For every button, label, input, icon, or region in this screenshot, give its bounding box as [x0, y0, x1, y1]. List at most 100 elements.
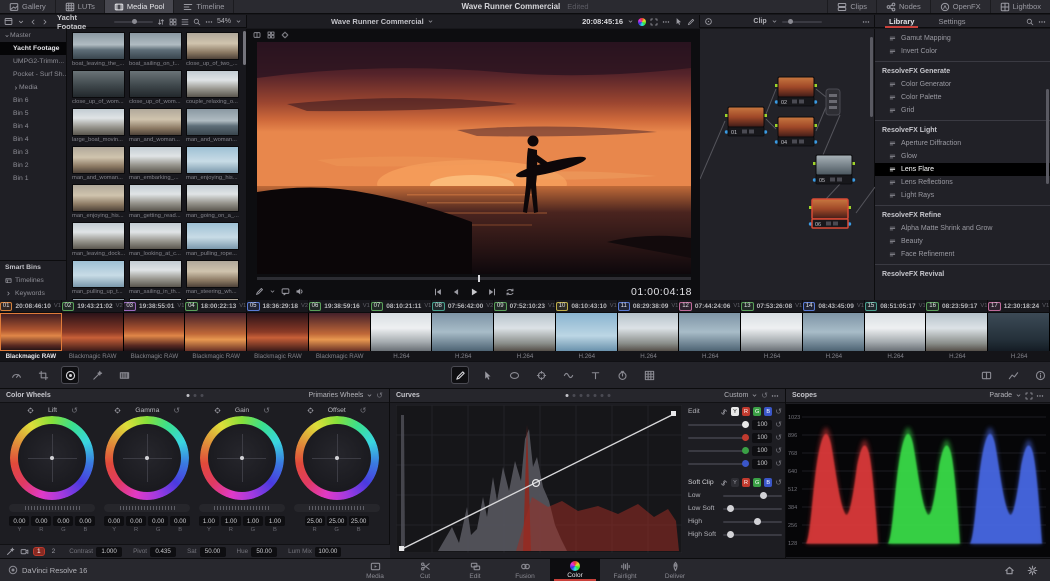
media-clip[interactable]: man_leaving_dock...	[70, 221, 127, 259]
wheel-page-2[interactable]: 2	[49, 548, 59, 555]
wheel-value[interactable]: 0.00	[148, 516, 168, 526]
split-screen-icon[interactable]	[978, 367, 994, 383]
wheel-reset-icon[interactable]: ↺	[173, 407, 180, 415]
sidebar-bin-bin-4[interactable]: Bin 4	[0, 133, 66, 146]
zoom-box-icon[interactable]	[267, 31, 275, 39]
graph-icon[interactable]	[1005, 367, 1021, 383]
timeline-clip-info[interactable]: 1508:51:05:17V1	[865, 300, 927, 312]
pagination-dot[interactable]	[193, 394, 196, 397]
curves-graph[interactable]	[396, 405, 682, 555]
sidebar-keywords[interactable]: Keywords	[0, 287, 66, 300]
audio-icon[interactable]	[295, 287, 304, 296]
channel-gain-value[interactable]: 100	[752, 459, 772, 469]
fx-item-grid[interactable]: Grid	[875, 104, 1050, 117]
target-icon[interactable]	[704, 17, 713, 26]
sidebar-bin-umpg2-trimm-[interactable]: UMPG2-Trimm...	[0, 55, 66, 68]
media-clip[interactable]: boat_leaving_the_...	[70, 31, 127, 69]
layer-mixer-node[interactable]	[826, 89, 840, 115]
chevron-down-icon[interactable]	[269, 288, 276, 295]
wave-icon[interactable]	[560, 367, 576, 383]
link-icon[interactable]	[720, 479, 728, 487]
sidebar-bin-media[interactable]: Media	[0, 81, 66, 94]
timeline-clip-thumbnail[interactable]	[62, 313, 124, 351]
tab-settings[interactable]: Settings	[928, 15, 975, 28]
media-clip[interactable]: close_up_of_wom...	[127, 69, 184, 107]
master-wheel-slider[interactable]	[294, 504, 380, 512]
channel-gain-value[interactable]: 100	[752, 446, 772, 456]
page-button-deliver[interactable]: Deliver	[650, 559, 700, 581]
topbar-button-media-pool[interactable]: Media Pool	[105, 0, 175, 13]
media-clip[interactable]: close_up_of_two_...	[184, 31, 241, 69]
ellipse-icon[interactable]	[506, 367, 522, 383]
page-button-fairlight[interactable]: Fairlight	[600, 559, 650, 581]
loop-button[interactable]	[505, 287, 515, 297]
wheel-target-icon[interactable]	[214, 407, 221, 414]
pagination-dot[interactable]	[586, 394, 589, 397]
channel-gain-slider[interactable]	[688, 437, 749, 439]
topbar-button-lightbox[interactable]: Lightbox	[990, 0, 1050, 13]
filmstrip-icon[interactable]	[116, 367, 132, 383]
timeline-clip-info[interactable]: 0907:52:10:23V1	[494, 300, 556, 312]
topbar-button-nodes[interactable]: Nodes	[876, 0, 930, 13]
fx-item-gamut-mapping[interactable]: Gamut Mapping	[875, 32, 1050, 45]
channel-button-B[interactable]: B	[764, 407, 772, 416]
slider-knob[interactable]	[132, 19, 137, 24]
node-zoom-slider[interactable]	[782, 21, 822, 23]
sidebar-bin-pocket-surf-sh-[interactable]: Pocket - Surf Sh...	[0, 68, 66, 81]
wheel-reset-icon[interactable]: ↺	[263, 407, 270, 415]
wheel-value[interactable]: 25.00	[305, 516, 325, 526]
more-icon[interactable]	[1038, 18, 1046, 26]
timeline-clip-info[interactable]: 0619:38:59:16V1	[309, 300, 371, 312]
zoom-fit-icon[interactable]	[253, 31, 261, 39]
curves-mode-select[interactable]: Custom↺	[724, 392, 779, 400]
fx-item-light-rays[interactable]: Light Rays	[875, 189, 1050, 202]
marker-icon[interactable]	[281, 287, 290, 296]
more-icon[interactable]	[862, 18, 870, 26]
wheel-value[interactable]: 0.00	[9, 516, 29, 526]
wheels-pagination-dots[interactable]	[186, 394, 203, 397]
pagination-dot[interactable]	[200, 394, 203, 397]
slider-dot[interactable]	[727, 531, 734, 538]
node-02[interactable]: 02	[775, 77, 817, 106]
more-icon[interactable]	[662, 18, 670, 26]
annotate-icon[interactable]	[255, 287, 264, 296]
adjustment-value[interactable]: 50.00	[200, 547, 226, 557]
pagination-dot[interactable]	[579, 394, 582, 397]
curves-pagination-dots[interactable]	[565, 394, 610, 397]
soft-param-slider[interactable]	[723, 495, 782, 497]
wheels-mode-select[interactable]: Primaries Wheels↺	[308, 392, 383, 400]
media-clip[interactable]: man_steering_wh...	[184, 259, 241, 297]
wheel-value[interactable]: 0.00	[170, 516, 190, 526]
channel-gain-slider[interactable]	[688, 450, 749, 452]
page-button-cut[interactable]: Cut	[400, 559, 450, 581]
search-icon[interactable]	[193, 18, 201, 26]
timeline-clip-info[interactable]: 1307:53:26:08V1	[741, 300, 803, 312]
channel-reset-icon[interactable]: ↺	[775, 434, 782, 442]
node-graph-scrollbar[interactable]	[870, 37, 873, 117]
sidebar-bin-bin-6[interactable]: Bin 6	[0, 94, 66, 107]
media-clip[interactable]: man_and_woman...	[127, 107, 184, 145]
channel-gain-slider[interactable]	[688, 463, 749, 465]
media-clip[interactable]: man_sailing_in_th...	[127, 259, 184, 297]
wheel-target-icon[interactable]	[27, 407, 34, 414]
media-clip[interactable]: man_enjoying_his...	[70, 183, 127, 221]
record-dot-icon[interactable]	[62, 367, 78, 383]
media-clip[interactable]: large_boat_movin...	[70, 107, 127, 145]
channel-button-Y[interactable]: Y	[731, 407, 739, 416]
node-mode-label[interactable]: Clip	[753, 18, 766, 25]
channel-reset-icon[interactable]: ↺	[775, 460, 782, 468]
channel-gain-value[interactable]: 100	[752, 433, 772, 443]
sizing-icon[interactable]	[35, 367, 51, 383]
soft-clip-channel-B[interactable]: B	[764, 478, 772, 487]
adjustment-value[interactable]: 50.00	[251, 547, 277, 557]
page-button-edit[interactable]: Edit	[450, 559, 500, 581]
fx-item-alpha-matte-shrink-and-grow[interactable]: Alpha Matte Shrink and Grow	[875, 222, 1050, 235]
pointer-icon[interactable]	[479, 367, 495, 383]
page-button-color[interactable]: Color	[550, 559, 600, 581]
fx-item-aperture-diffraction[interactable]: Aperture Diffraction	[875, 137, 1050, 150]
step-back-button[interactable]	[451, 287, 461, 297]
topbar-button-clips[interactable]: Clips	[827, 0, 876, 13]
jump-last-button[interactable]	[487, 287, 497, 297]
pagination-dot[interactable]	[565, 394, 568, 397]
timeline-clip-thumbnail[interactable]	[865, 313, 927, 351]
